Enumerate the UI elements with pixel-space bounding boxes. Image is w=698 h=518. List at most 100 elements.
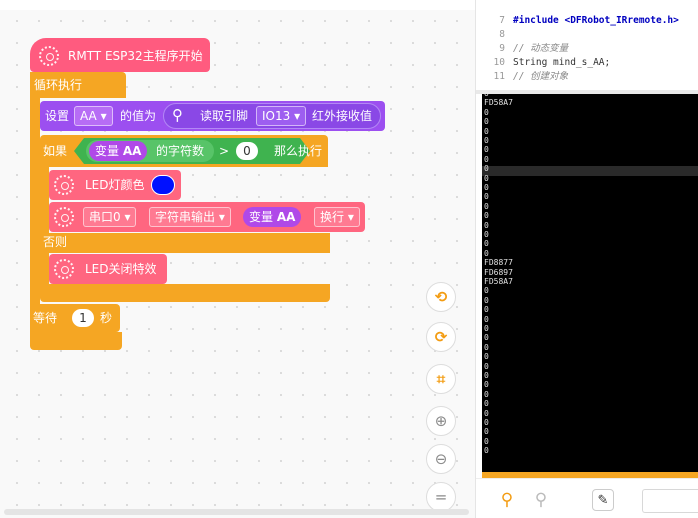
undo-button[interactable]: ⟲: [426, 282, 456, 312]
line-number: 11: [493, 71, 505, 82]
serial-line: 0: [484, 446, 489, 456]
serial-line: 0: [484, 173, 489, 183]
serial-line: 0: [484, 295, 489, 305]
zoom-in-icon: ⊕: [434, 412, 448, 430]
serial-line: 0: [484, 361, 489, 371]
serial-line: 0: [484, 436, 489, 446]
usb-icon[interactable]: ⚲: [496, 489, 518, 511]
workspace-horizontal-scrollbar[interactable]: [4, 509, 469, 515]
loop-block-top[interactable]: 循环执行: [30, 72, 126, 98]
serial-line: 0: [484, 408, 489, 418]
reset-zoom-button[interactable]: =: [426, 482, 456, 512]
serial-line: 0: [484, 418, 489, 427]
pin-dropdown[interactable]: IO13 ▾: [256, 106, 307, 126]
usb-disconnect-icon[interactable]: ⚲: [530, 489, 552, 511]
serial-port-value: 串口0: [89, 210, 121, 224]
serial-line: 0: [484, 220, 489, 230]
redo-button[interactable]: ⟳: [426, 322, 456, 352]
ir-read-block[interactable]: ⚲ 读取引脚 IO13 ▾ 红外接收值: [163, 103, 381, 129]
led-color-block[interactable]: LED灯颜色: [49, 170, 181, 200]
gear-icon: [39, 46, 59, 66]
wait-seconds-input[interactable]: 1: [72, 309, 94, 327]
variable-dropdown-value: AA: [80, 109, 97, 123]
serial-line: 0: [484, 389, 489, 399]
output-mode-dropdown[interactable]: 字符串输出 ▾: [149, 207, 231, 227]
serial-line: 0: [484, 164, 489, 174]
variable-dropdown[interactable]: AA ▾: [74, 106, 113, 126]
line-number: 7: [499, 15, 505, 26]
serial-line: 0: [484, 427, 489, 437]
serial-line: 0: [484, 230, 489, 239]
loop-block-bottom: [30, 332, 122, 350]
newline-dropdown[interactable]: 换行 ▾: [314, 207, 360, 227]
line-number: 10: [493, 57, 505, 68]
set-variable-block[interactable]: 设置 AA ▾ 的值为 ⚲ 读取引脚 IO13 ▾ 红外接收值: [40, 101, 385, 131]
serial-toolbar: ⚲ ⚲ ✎: [476, 478, 698, 518]
crop-button[interactable]: ⌗: [426, 364, 456, 394]
program-start-hat-block[interactable]: RMTT ESP32主程序开始: [30, 38, 210, 72]
serial-line: 0: [484, 192, 489, 202]
redo-icon: ⟳: [434, 328, 448, 346]
zoom-in-button[interactable]: ⊕: [426, 406, 456, 436]
undo-icon: ⟲: [434, 288, 448, 306]
serial-line: FD8877: [484, 258, 513, 268]
if-block-header[interactable]: 如果 变量 AA 的字符数 > 0 那么执行: [40, 135, 328, 167]
read-pin-label: 读取引脚: [200, 109, 249, 123]
code-line: 8: [476, 28, 513, 41]
code-preview[interactable]: 7 #include <DFRobot_IRremote.h> 8 9 // 动态变…: [476, 0, 698, 90]
variable-pill[interactable]: 变量 AA: [89, 141, 147, 161]
block-workspace[interactable]: RMTT ESP32主程序开始 循环执行 设置 AA ▾ 的值为 ⚲ 读取引脚 …: [0, 0, 475, 518]
serial-line: 0: [484, 314, 489, 324]
serial-line: FD6897: [484, 267, 513, 277]
wait-label: 等待: [33, 311, 58, 325]
serial-print-block[interactable]: 串口0 ▾ 字符串输出 ▾ 变量 AA 换行 ▾: [49, 202, 365, 232]
wait-block[interactable]: 等待 1 秒: [30, 304, 120, 332]
serial-monitor-output[interactable]: 0FD58A70000000000000000FD8877FD6897FD58A…: [482, 94, 698, 477]
loop-label: 循环执行: [34, 78, 83, 92]
workspace-top-edge: [0, 0, 475, 10]
variable-name: AA: [276, 210, 296, 224]
if-block-spine: [40, 167, 49, 287]
serial-line: 0: [484, 342, 489, 352]
serial-line: 0: [484, 136, 489, 145]
serial-line: 0: [484, 399, 489, 409]
serial-line: 0: [484, 248, 489, 258]
program-start-label: RMTT ESP32主程序开始: [68, 49, 203, 63]
serial-line: 0: [484, 145, 489, 155]
if-label: 如果: [43, 144, 68, 158]
then-label: 那么执行: [274, 144, 323, 158]
led-color-swatch[interactable]: [151, 175, 175, 195]
comparison-operator[interactable]: >: [219, 143, 229, 159]
serial-line: 0: [484, 333, 489, 343]
newline-value: 换行: [320, 210, 345, 224]
zoom-out-button[interactable]: ⊖: [426, 444, 456, 474]
variable-pill[interactable]: 变量 AA: [243, 207, 302, 227]
if-block-bottom: [40, 284, 330, 302]
else-bar: 否则: [40, 233, 330, 253]
ir-value-label: 红外接收值: [312, 109, 373, 123]
line-number: 9: [499, 43, 505, 54]
variable-name: AA: [122, 144, 142, 158]
serial-line: 0: [484, 380, 489, 390]
serial-line: 0: [484, 154, 489, 164]
serial-port-dropdown[interactable]: 串口0 ▾: [83, 207, 137, 227]
seconds-unit-label: 秒: [100, 311, 113, 325]
variable-prefix: 变量: [95, 144, 120, 158]
compare-number[interactable]: 0: [236, 142, 258, 160]
clear-icon[interactable]: ✎: [592, 489, 614, 511]
code-line: 9 // 动态变量: [476, 42, 568, 55]
serial-line: 0: [484, 107, 489, 117]
ir-sensor-icon: ⚲: [172, 106, 183, 124]
string-length-block[interactable]: 变量 AA 的字符数: [86, 140, 214, 162]
serial-line: 0: [484, 286, 489, 296]
serial-line: 0: [484, 239, 489, 249]
led-color-label: LED灯颜色: [85, 178, 145, 192]
char-count-label: 的字符数: [156, 144, 205, 158]
serial-line: FD58A7: [484, 277, 513, 286]
variable-prefix: 变量: [249, 210, 274, 224]
serial-line: 0: [484, 352, 489, 362]
reset-icon: =: [434, 488, 448, 506]
serial-send-input[interactable]: [642, 489, 698, 513]
loop-block-spine: [30, 98, 40, 332]
led-off-effect-block[interactable]: LED关闭特效: [49, 254, 167, 284]
